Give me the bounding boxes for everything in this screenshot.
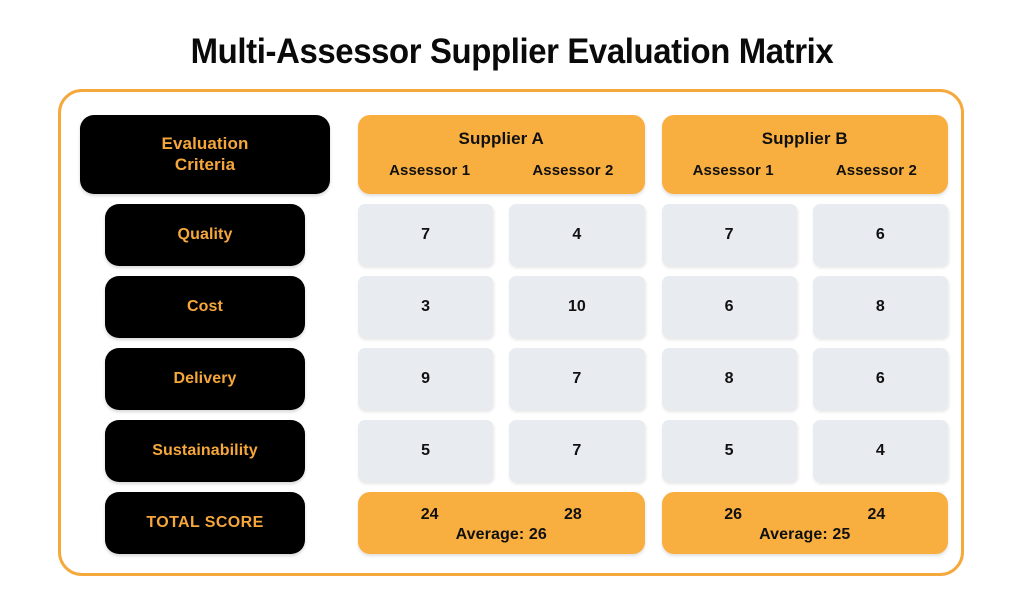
criteria-row-delivery: Delivery	[105, 348, 305, 410]
supplier-a-total-assessor-2: 28	[563, 506, 582, 523]
supplier-b-delivery-row: 8 6	[661, 348, 948, 410]
supplier-a-assessor-2-label: Assessor 2	[532, 161, 614, 179]
supplier-a-sustainability-row: 5 7	[358, 420, 645, 482]
score-cell: 7	[509, 348, 645, 410]
supplier-b-total-band: 26 24 Average: 25	[661, 492, 949, 554]
supplier-b-total-assessor-1: 26	[724, 506, 743, 523]
score-cell: 4	[812, 420, 948, 482]
supplier-b-sustainability-row: 5 4	[661, 420, 948, 482]
supplier-b-header: Supplier B Assessor 1 Assessor 2	[661, 115, 949, 194]
supplier-b-total-assessor-2: 24	[867, 506, 886, 523]
supplier-a-name: Supplier A	[458, 128, 544, 148]
criteria-column: Evaluation Criteria Quality Cost Deliver…	[80, 115, 330, 554]
score-cell: 9	[358, 348, 494, 410]
evaluation-matrix-card: Evaluation Criteria Quality Cost Deliver…	[58, 89, 964, 576]
page-root: Multi-Assessor Supplier Evaluation Matri…	[0, 0, 1024, 597]
score-cell: 5	[358, 420, 494, 482]
score-cell: 8	[812, 276, 948, 338]
supplier-a-assessor-1-label: Assessor 1	[389, 161, 471, 179]
supplier-b-name: Supplier B	[761, 128, 848, 148]
supplier-b-average: Average: 25	[759, 526, 851, 543]
supplier-b-quality-row: 7 6	[661, 204, 948, 266]
criteria-row-cost: Cost	[105, 276, 305, 338]
score-cell: 4	[509, 204, 645, 266]
supplier-a-total-values: 24 28	[358, 506, 645, 524]
criteria-column-header: Evaluation Criteria	[80, 115, 330, 194]
score-cell: 10	[509, 276, 645, 338]
score-cell: 5	[661, 420, 797, 482]
supplier-b-assessor-1-label: Assessor 1	[692, 161, 774, 179]
criteria-header-line-2: Criteria	[174, 154, 236, 174]
supplier-b-total-values: 26 24	[662, 506, 949, 524]
criteria-row-total-score: TOTAL SCORE	[105, 492, 305, 554]
supplier-a-total-band: 24 28 Average: 26	[358, 492, 645, 554]
criteria-row-sustainability: Sustainability	[105, 420, 305, 482]
score-cell: 7	[661, 204, 797, 266]
supplier-a-total-assessor-1: 24	[420, 506, 439, 523]
supplier-group-a: Supplier A Assessor 1 Assessor 2 7 4 3 1…	[358, 115, 645, 554]
matrix-inner: Evaluation Criteria Quality Cost Deliver…	[80, 115, 948, 554]
criteria-row-quality: Quality	[105, 204, 305, 266]
supplier-a-delivery-row: 9 7	[358, 348, 645, 410]
score-cell: 6	[812, 348, 948, 410]
score-cell: 7	[358, 204, 494, 266]
supplier-b-assessor-row: Assessor 1 Assessor 2	[662, 162, 949, 179]
supplier-a-cost-row: 3 10	[358, 276, 645, 338]
score-cell: 7	[509, 420, 645, 482]
supplier-a-header: Supplier A Assessor 1 Assessor 2	[358, 115, 645, 194]
score-cell: 6	[661, 276, 797, 338]
supplier-groups: Supplier A Assessor 1 Assessor 2 7 4 3 1…	[358, 115, 948, 554]
score-cell: 8	[661, 348, 797, 410]
supplier-a-assessor-row: Assessor 1 Assessor 2	[358, 162, 645, 179]
supplier-b-assessor-2-label: Assessor 2	[835, 161, 917, 179]
supplier-b-cost-row: 6 8	[661, 276, 948, 338]
supplier-group-b: Supplier B Assessor 1 Assessor 2 7 6 6 8	[661, 115, 949, 554]
score-cell: 3	[358, 276, 494, 338]
supplier-a-average: Average: 26	[455, 526, 547, 543]
supplier-a-quality-row: 7 4	[358, 204, 645, 266]
score-cell: 6	[812, 204, 948, 266]
criteria-header-line-1: Evaluation	[161, 134, 249, 154]
page-title: Multi-Assessor Supplier Evaluation Matri…	[190, 32, 834, 71]
